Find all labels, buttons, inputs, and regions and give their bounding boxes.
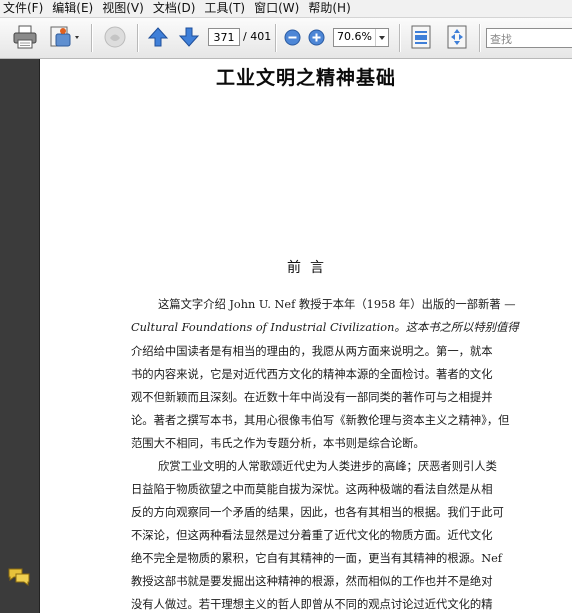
menu-bar: 文件(F) 编辑(E) 视图(V) 文档(D) 工具(T) 窗口(W) 帮助(H… [0,0,572,18]
preface-heading: 前言 [287,260,333,276]
next-page-icon[interactable] [178,26,200,48]
text-line: 不深论，但这两种看法显然是过分着重了近代文化的物质方面。近代文化 [131,529,493,542]
hand-icon[interactable] [101,24,129,50]
comments-icon[interactable] [7,567,31,587]
text-line: 日益陷于物质欲望之中而莫能自拔为深忧。这两种极端的看法自然是从相 [131,483,493,496]
toolbar-separator [275,24,277,52]
text-line: 论。著者之撰写本书，其用心很像韦伯写《新教伦理与资本主义之精神》，但 [131,414,510,427]
toolbar-separator [137,24,139,52]
menu-view[interactable]: 视图(V) [98,0,149,17]
document-page: 工业文明之精神基础 前言 这篇文字介绍 John U. Nef 教授于本年（19… [40,59,572,613]
print-icon[interactable] [12,24,38,50]
text-line: 没有人做过。若干理想主义的哲人即曾从不同的观点讨论过近代文化的精 [131,598,493,611]
text-line: 绝不完全是物质的累积，它自有其精神的一面，更当有其精神的根源。Nef [131,552,502,565]
zoom-value: 70.6% [337,30,372,43]
zoom-select[interactable]: 70.6% [333,28,389,47]
menu-help[interactable]: 帮助(H) [304,0,355,17]
search-input[interactable]: 查找 [486,28,572,48]
menu-document[interactable]: 文档(D) [149,0,201,17]
text-line: 这篇文字介绍 John U. Nef 教授于本年（1958 年）出版的一部新著 … [158,298,516,311]
chevron-down-icon[interactable] [375,29,388,46]
fit-page-icon[interactable] [410,25,432,49]
save-icon[interactable] [48,24,82,50]
toolbar-separator [479,24,481,52]
text-line: 范围大不相同，韦氏之作为专题分析，本书则是综合论断。 [131,437,425,450]
text-line: 观不但新颖而且深刻。在近数十年中尚没有一部同类的著作可与之相提并 [131,391,493,404]
text-line: 书的内容来说，它是对近代西方文化的精神本源的全面检讨。著者的文化 [131,368,493,381]
search-placeholder: 查找 [490,33,512,46]
toolbar: 371 / 401 70.6% 查找 [0,18,572,59]
page-total: / 401 [243,30,272,43]
menu-file[interactable]: 文件(F) [0,0,48,17]
toolbar-separator [399,24,401,52]
toolbar-separator [91,24,93,52]
menu-edit[interactable]: 编辑(E) [48,0,98,17]
zoom-out-icon[interactable] [284,29,301,46]
page-number-input[interactable]: 371 [208,28,240,46]
menu-window[interactable]: 窗口(W) [250,0,304,17]
fit-width-icon[interactable] [445,24,469,50]
text-line: Cultural Foundations of Industrial Civil… [131,321,519,334]
text-line: 介绍给中国读者是有相当的理由的，我愿从两方面来说明之。第一，就本 [131,345,493,358]
text-line: 反的方向观察同一个矛盾的结果，因此，也各有其相当的根据。我们于此可 [131,506,504,519]
text-line: 欣赏工业文明的人常歌颂近代史为人类进步的高峰；厌恶者则引人类 [158,460,497,473]
navigation-pane [0,59,40,613]
menu-tools[interactable]: 工具(T) [200,0,250,17]
zoom-in-icon[interactable] [308,29,325,46]
previous-page-icon[interactable] [147,26,169,48]
page-title: 工业文明之精神基础 [215,67,396,89]
text-line: 教授这部书就是要发掘出这种精神的根源，然而相似的工作也并不是绝对 [131,575,493,588]
